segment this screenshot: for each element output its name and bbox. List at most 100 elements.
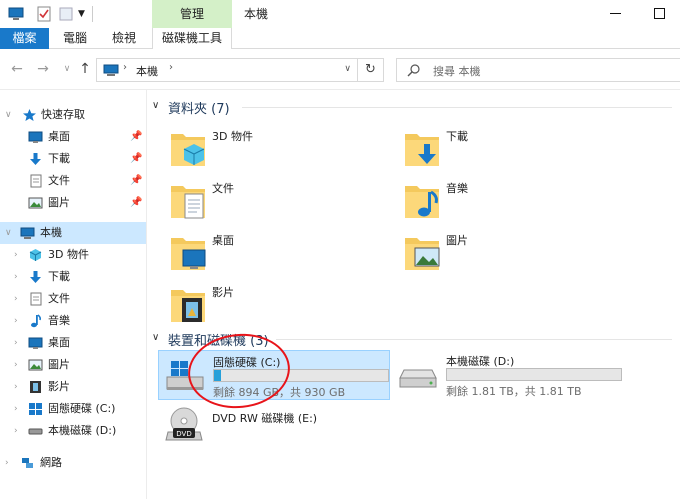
tab-view[interactable]: 檢視 [104, 28, 144, 49]
address-row: ← → ∨ ↑ › 本機 › ∨ ↻ 搜尋 本機 [0, 49, 680, 90]
document-icon [30, 174, 42, 188]
window-title: 本機 [244, 7, 269, 21]
folder-downloads-icon [405, 134, 439, 166]
quick-access-dropdown-icon[interactable]: ▼ [78, 9, 88, 25]
computer-icon [103, 64, 119, 76]
nav-pc-drive-d[interactable]: › 本機磁碟 (D:) [0, 420, 146, 442]
refresh-button[interactable]: ↻ [358, 58, 384, 82]
search-box[interactable]: 搜尋 本機 [396, 58, 680, 82]
nav-quick-desktop[interactable]: 桌面 📌 [0, 126, 146, 148]
folder-videos[interactable]: 影片 [168, 280, 388, 328]
devices-section-header[interactable]: ∨ 裝置和磁碟機 (3) [152, 330, 678, 349]
maximize-button[interactable] [654, 8, 665, 19]
address-bar[interactable]: › 本機 › ∨ [96, 58, 358, 82]
folder-music[interactable]: 音樂 [402, 176, 622, 224]
nav-quick-documents[interactable]: 文件 📌 [0, 170, 146, 192]
nav-quick-pictures[interactable]: 圖片 📌 [0, 192, 146, 214]
minimize-button[interactable] [610, 13, 621, 14]
nav-network[interactable]: › 網路 [0, 452, 146, 474]
tab-drive-tools[interactable]: 磁碟機工具 [152, 28, 232, 50]
properties-icon[interactable] [36, 6, 52, 22]
network-icon [22, 458, 33, 468]
dvd-badge-label: DVD [176, 430, 191, 438]
new-folder-icon[interactable] [58, 6, 74, 22]
computer-icon[interactable] [8, 6, 24, 22]
windows-drive-icon [29, 403, 42, 415]
collapse-chevron-icon[interactable]: ∨ [152, 100, 159, 111]
folder-music-icon [405, 186, 439, 218]
nav-pc-videos[interactable]: › 影片 [0, 376, 146, 398]
pin-icon[interactable]: 📌 [130, 126, 142, 148]
section-divider [242, 107, 672, 108]
nav-pc-drive-c[interactable]: › 固態硬碟 (C:) [0, 398, 146, 420]
address-dropdown-icon[interactable]: ∨ [344, 64, 351, 74]
expand-chevron-icon[interactable]: › [14, 332, 18, 354]
desktop-icon [28, 131, 43, 143]
drive-d-usage-bar [446, 368, 622, 381]
pin-icon[interactable]: 📌 [130, 192, 142, 214]
nav-pc-downloads[interactable]: › 下載 [0, 266, 146, 288]
collapse-chevron-icon[interactable]: ∨ [5, 104, 12, 126]
back-arrow-icon[interactable]: ← [10, 62, 24, 76]
collapse-chevron-icon[interactable]: ∨ [152, 332, 159, 343]
folder-pictures[interactable]: 圖片 [402, 228, 622, 276]
folder-3d-objects-icon [171, 134, 205, 166]
dvd-drive-icon: DVD [165, 407, 203, 441]
pin-icon[interactable]: 📌 [130, 170, 142, 192]
breadcrumb-chevron-icon[interactable]: › [123, 62, 127, 73]
download-arrow-icon [30, 271, 41, 283]
nav-quick-downloads[interactable]: 下載 📌 [0, 148, 146, 170]
expand-chevron-icon[interactable]: › [14, 266, 18, 288]
search-icon [407, 64, 420, 77]
tab-computer[interactable]: 電腦 [55, 28, 95, 49]
content-pane[interactable]: ∨ 資料夾 (7) 3D 物件 下載 文件 音樂 桌面 圖片 影片 ∨ 裝置和磁… [148, 90, 680, 499]
nav-pc-music[interactable]: › 音樂 [0, 310, 146, 332]
tab-file[interactable]: 檔案 [0, 28, 49, 49]
nav-pc-3d-objects[interactable]: › 3D 物件 [0, 244, 146, 266]
nav-pc-documents[interactable]: › 文件 [0, 288, 146, 310]
up-arrow-icon[interactable]: ↑ [78, 62, 92, 76]
expand-chevron-icon[interactable]: › [14, 354, 18, 376]
desktop-icon [28, 337, 43, 349]
navigation-pane[interactable]: ∨ 快速存取 桌面 📌 下載 📌 文件 📌 圖片 📌 ∨ 本機 › 3D 物件 … [0, 90, 147, 499]
nav-this-pc[interactable]: ∨ 本機 [0, 222, 146, 244]
folder-3d-objects[interactable]: 3D 物件 [168, 124, 388, 172]
windows-drive-icon [166, 361, 204, 390]
expand-chevron-icon[interactable]: › [5, 452, 9, 474]
nav-pc-desktop[interactable]: › 桌面 [0, 332, 146, 354]
folder-documents-icon [171, 186, 205, 219]
film-strip-icon [30, 381, 41, 393]
pin-icon[interactable]: 📌 [130, 148, 142, 170]
hard-drive-icon [399, 369, 437, 388]
breadcrumb-chevron-icon[interactable]: › [169, 62, 173, 73]
context-tab-group-manage: 管理 [152, 0, 232, 28]
expand-chevron-icon[interactable]: › [14, 420, 18, 442]
nav-pc-pictures[interactable]: › 圖片 [0, 354, 146, 376]
star-icon [23, 109, 36, 121]
music-note-icon [31, 314, 42, 328]
folder-desktop[interactable]: 桌面 [168, 228, 388, 276]
drive-c[interactable]: 固態硬碟 (C:) 剩餘 894 GB，共 930 GB [158, 350, 390, 400]
folder-videos-icon [171, 290, 205, 322]
title-bar: ▼ 管理 本機 [0, 0, 680, 28]
drive-c-usage-fill [214, 370, 221, 381]
expand-chevron-icon[interactable]: › [14, 288, 18, 310]
drive-e-dvd[interactable]: DVD DVD RW 磁碟機 (E:) [158, 402, 390, 452]
expand-chevron-icon[interactable]: › [14, 376, 18, 398]
folder-documents[interactable]: 文件 [168, 176, 388, 224]
expand-chevron-icon[interactable]: › [14, 310, 18, 332]
breadcrumb-this-pc[interactable]: 本機 [136, 63, 158, 79]
recent-locations-chevron-icon[interactable]: ∨ [60, 62, 74, 76]
hard-drive-icon [28, 428, 43, 435]
folders-section-header[interactable]: ∨ 資料夾 (7) [152, 98, 678, 117]
picture-icon [28, 197, 43, 209]
forward-arrow-icon[interactable]: → [36, 62, 50, 76]
document-icon [30, 292, 42, 306]
drive-d[interactable]: 本機磁碟 (D:) 剩餘 1.81 TB，共 1.81 TB [392, 350, 624, 400]
expand-chevron-icon[interactable]: › [14, 244, 18, 266]
expand-chevron-icon[interactable]: › [14, 398, 18, 420]
folder-downloads[interactable]: 下載 [402, 124, 622, 172]
folder-pictures-icon [405, 238, 440, 270]
collapse-chevron-icon[interactable]: ∨ [5, 222, 12, 244]
nav-quick-access[interactable]: ∨ 快速存取 [0, 104, 146, 126]
